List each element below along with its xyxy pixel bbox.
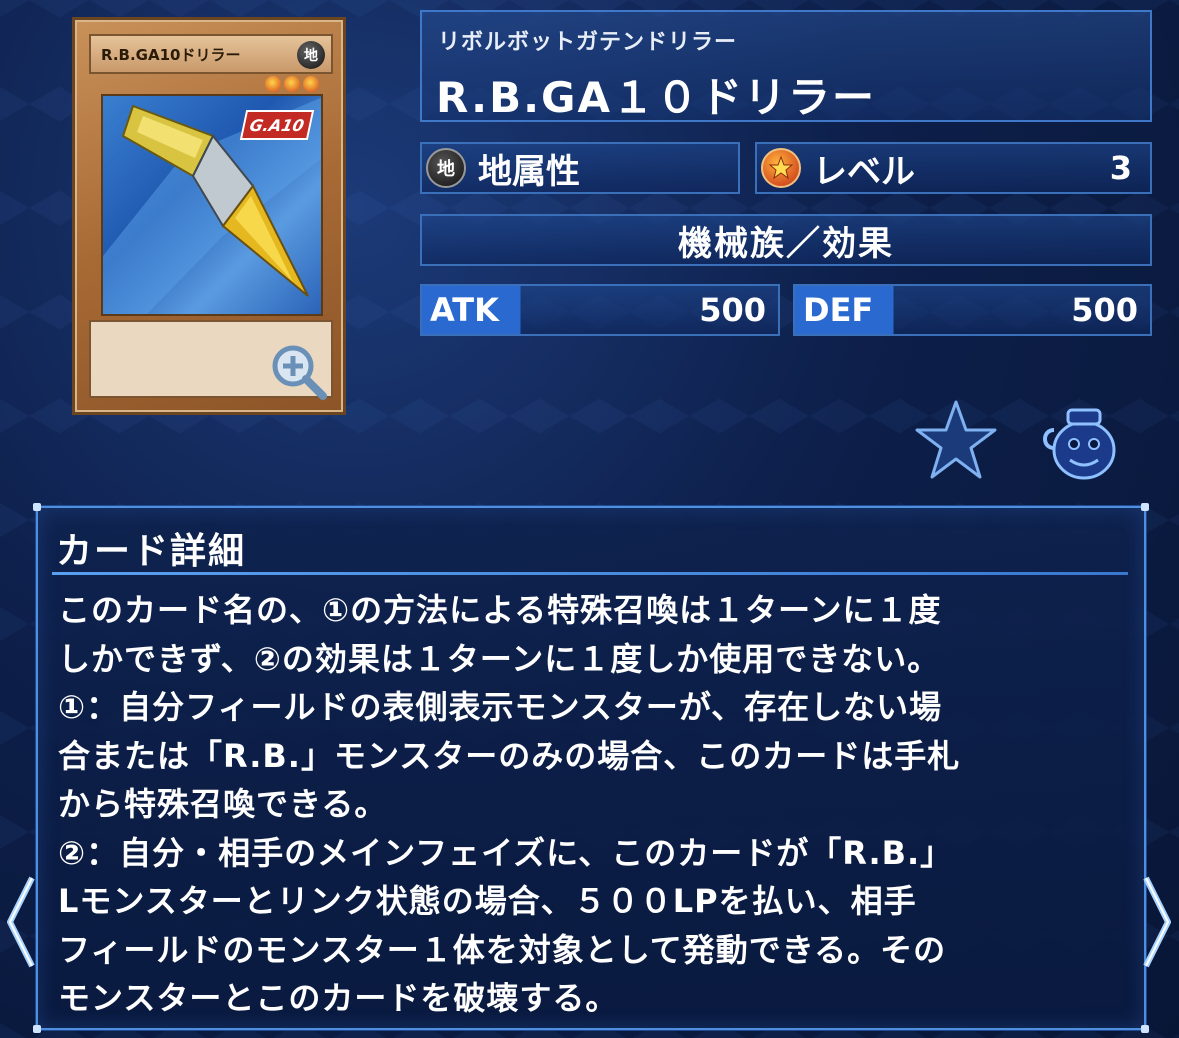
card-image-name-plate: R.B.GA10ドリラー 地 — [89, 34, 333, 74]
level-value: 3 — [1109, 149, 1132, 187]
effect-line: ①：自分フィールドの表側表示モンスターが、存在しない場 — [58, 688, 943, 726]
effect-line: モンスターとこのカードを破壊する。 — [58, 979, 619, 1017]
def-box: DEF 500 — [793, 284, 1152, 336]
def-value: 500 — [1071, 291, 1138, 329]
chevron-left-icon — [7, 876, 35, 968]
detail-title: カード詳細 — [56, 531, 247, 572]
effect-line: フィールドのモンスター１体を対象として発動できる。その — [58, 930, 947, 969]
effect-line: このカード名の、①の方法による特殊召喚は１ターンに１度 — [58, 591, 942, 629]
atk-box: ATK 500 — [420, 284, 780, 336]
star-icon — [915, 400, 997, 479]
card-effect-text: このカード名の、①の方法による特殊召喚は１ターンに１度 しかできず、②の効果は１… — [58, 586, 1128, 1023]
zoom-in-icon — [272, 345, 327, 400]
pot-of-greed-icon — [1043, 408, 1116, 480]
panel-corner — [1141, 503, 1149, 511]
level-label: レベル — [813, 151, 915, 192]
previous-card-button[interactable] — [2, 872, 38, 972]
level-star-icon — [284, 76, 300, 92]
card-artwork: G.A10 — [101, 94, 323, 316]
detail-divider — [52, 572, 1128, 575]
level-star-icon — [265, 76, 281, 92]
attribute-box: 地 地属性 — [420, 142, 740, 194]
favorite-button[interactable] — [913, 398, 999, 482]
panel-corner — [1141, 1025, 1149, 1033]
card-image-level-stars — [265, 76, 319, 92]
chevron-right-icon — [1143, 876, 1171, 968]
earth-attribute-icon: 地 — [426, 148, 466, 188]
level-star-icon — [761, 148, 801, 188]
card-image[interactable]: R.B.GA10ドリラー 地 G.A10 — [72, 17, 346, 415]
card-name: R.B.GA１０ドリラー — [436, 73, 877, 122]
card-artwork-badge: G.A10 — [239, 110, 315, 140]
next-card-button[interactable] — [1140, 872, 1176, 972]
card-name-panel: リボルボットガテンドリラー R.B.GA１０ドリラー — [420, 10, 1152, 122]
effect-line: から特殊召喚できる。 — [58, 785, 388, 823]
attribute-label: 地属性 — [478, 151, 580, 192]
effect-line: 合または「R.B.」モンスターのみの場合、このカードは手札 — [58, 736, 961, 775]
monster-type: 機械族／効果 — [678, 223, 894, 264]
effect-line: ②：自分・相手のメインフェイズに、このカードが「R.B.」 — [58, 833, 954, 872]
card-name-ruby: リボルボットガテンドリラー — [438, 30, 738, 55]
type-box: 機械族／効果 — [420, 214, 1152, 266]
pot-button[interactable] — [1040, 400, 1122, 482]
panel-corner — [33, 503, 41, 511]
star-glyph-icon — [768, 155, 794, 180]
card-image-attribute-icon: 地 — [297, 41, 325, 69]
atk-value: 500 — [699, 291, 766, 329]
zoom-button[interactable] — [269, 342, 329, 402]
card-image-name: R.B.GA10ドリラー — [101, 45, 241, 64]
effect-line: しかできず、②の効果は１ターンに１度しか使用できない。 — [58, 639, 941, 678]
panel-corner — [33, 1025, 41, 1033]
card-detail-panel: カード詳細 このカード名の、①の方法による特殊召喚は１ターンに１度 しかできず、… — [33, 503, 1149, 1033]
atk-label: ATK — [422, 286, 548, 334]
level-star-icon — [303, 76, 319, 92]
level-box: レベル 3 — [755, 142, 1152, 194]
effect-line: Lモンスターとリンク状態の場合、５００LPを払い、相手 — [58, 882, 917, 920]
def-label: DEF — [795, 286, 921, 334]
